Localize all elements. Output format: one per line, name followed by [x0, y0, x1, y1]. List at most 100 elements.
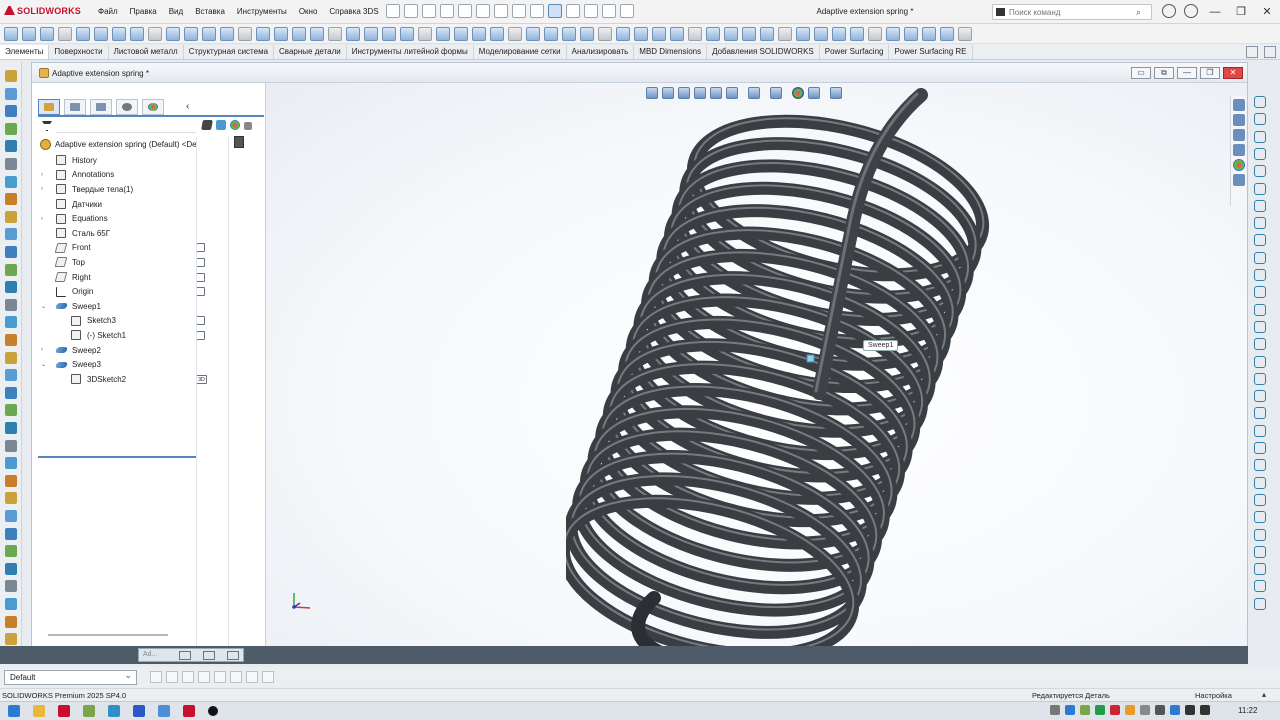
- sketch-tool-icon[interactable]: [5, 633, 17, 646]
- visibility-flag-icon[interactable]: [196, 243, 205, 253]
- feature-tool-icon[interactable]: [1254, 390, 1266, 403]
- view-palette-icon[interactable]: [1233, 144, 1245, 156]
- command-tool-icon[interactable]: [688, 27, 702, 41]
- command-tool-icon[interactable]: [958, 27, 972, 41]
- command-tool-icon[interactable]: [220, 27, 234, 41]
- visibility-flag-icon[interactable]: [196, 257, 205, 267]
- command-search[interactable]: ⌕: [992, 4, 1152, 20]
- tab-power-surfacing-re[interactable]: Power Surfacing RE: [889, 45, 973, 59]
- minimize-button[interactable]: —: [1202, 0, 1228, 24]
- bluetooth-icon[interactable]: [1170, 705, 1180, 715]
- custom-properties-icon[interactable]: [1233, 174, 1245, 186]
- command-tool-icon[interactable]: [58, 27, 72, 41]
- command-tool-icon[interactable]: [382, 27, 396, 41]
- sketch-tool-icon[interactable]: [5, 598, 17, 610]
- visibility-flag-icon[interactable]: [196, 287, 205, 297]
- sketch-tool-icon[interactable]: [5, 193, 17, 206]
- feature-tool-icon[interactable]: [1254, 251, 1266, 264]
- close-button[interactable]: ✕: [1254, 0, 1280, 24]
- feature-tool-icon[interactable]: [1254, 580, 1266, 593]
- command-tool-icon[interactable]: [454, 27, 468, 41]
- tree-item-solid-bodies[interactable]: › Твердые тела(1): [32, 182, 266, 197]
- command-tool-icon[interactable]: [328, 27, 342, 41]
- expand-icon[interactable]: ⌄: [41, 361, 47, 368]
- photoview-icon[interactable]: [230, 671, 242, 683]
- command-tool-icon[interactable]: [904, 27, 918, 41]
- body-display-icon[interactable]: [216, 120, 226, 130]
- feature-tool-icon[interactable]: [1254, 493, 1266, 506]
- command-tool-icon[interactable]: [796, 27, 810, 41]
- layout-icon[interactable]: [584, 4, 598, 18]
- command-tool-icon[interactable]: [760, 27, 774, 41]
- open-icon[interactable]: [422, 4, 436, 18]
- rollback-bar[interactable]: [38, 456, 196, 458]
- feature-tool-icon[interactable]: [1254, 372, 1266, 385]
- recorder-app-icon[interactable]: [208, 706, 218, 716]
- expand-icon[interactable]: ›: [41, 347, 47, 353]
- sketch-tool-icon[interactable]: [5, 105, 17, 118]
- tree-item-sweep[interactable]: ⌄ Sweep3: [32, 357, 266, 372]
- command-tool-icon[interactable]: [436, 27, 450, 41]
- document-tab[interactable]: Ad...: [138, 648, 244, 662]
- options-gear-icon[interactable]: [620, 4, 634, 18]
- search-input[interactable]: [1009, 6, 1127, 18]
- solidworks-logo[interactable]: SOLIDWORKS: [4, 6, 81, 16]
- feature-tool-icon[interactable]: [1254, 165, 1266, 178]
- tree-item-sweep[interactable]: › Sweep2: [32, 343, 266, 358]
- sketch-tool-icon[interactable]: [5, 580, 17, 593]
- feature-tool-icon[interactable]: [1254, 269, 1266, 281]
- tab-maximize-icon[interactable]: [203, 651, 215, 660]
- tree-item-material[interactable]: Сталь 65Г: [32, 226, 266, 241]
- status-customize[interactable]: Настройка: [1195, 691, 1232, 700]
- tray-chevron-icon[interactable]: [1050, 705, 1060, 715]
- tab-evaluate[interactable]: Анализировать: [567, 45, 635, 59]
- command-tool-icon[interactable]: [562, 27, 576, 41]
- sketch-tool-icon[interactable]: [5, 422, 17, 434]
- feature-tool-icon[interactable]: [1254, 563, 1266, 576]
- sketch-tool-icon[interactable]: [5, 246, 17, 258]
- 3d-views-icon[interactable]: [182, 671, 194, 683]
- sketch-tool-icon[interactable]: [5, 404, 17, 417]
- tab-mbd-dimensions[interactable]: MBD Dimensions: [634, 45, 708, 59]
- volume-icon[interactable]: [1185, 705, 1195, 715]
- file-explorer-app-icon[interactable]: [33, 705, 45, 717]
- command-tool-icon[interactable]: [598, 27, 612, 41]
- command-tool-icon[interactable]: [814, 27, 828, 41]
- command-tool-icon[interactable]: [850, 27, 864, 41]
- edge-icon[interactable]: [201, 120, 213, 130]
- doc-cascade-button[interactable]: ⧉: [1154, 67, 1174, 79]
- tray-icon[interactable]: [1140, 705, 1150, 715]
- solidworks-tray-icon[interactable]: [1110, 705, 1120, 715]
- command-tool-icon[interactable]: [94, 27, 108, 41]
- command-tool-icon[interactable]: [256, 27, 270, 41]
- notes-app-icon[interactable]: [83, 705, 95, 717]
- filter-icon[interactable]: [42, 121, 52, 131]
- solidworks-app-icon[interactable]: [183, 705, 195, 717]
- tree-item-3d-sketch[interactable]: 3DSketch2 3D: [32, 372, 266, 387]
- tree-side-panel-icon[interactable]: [234, 136, 244, 148]
- file-explorer-icon[interactable]: [1233, 129, 1245, 141]
- tray-icon[interactable]: [1155, 705, 1165, 715]
- settings-icon[interactable]: [246, 671, 258, 683]
- feature-tool-icon[interactable]: [1254, 476, 1266, 489]
- sketch-tool-icon[interactable]: [5, 474, 17, 487]
- tree-item-sketch[interactable]: (-) Sketch1: [32, 328, 266, 343]
- visibility-flag-icon[interactable]: [196, 272, 205, 282]
- command-tool-icon[interactable]: [4, 27, 18, 41]
- command-tool-icon[interactable]: [706, 27, 720, 41]
- appearance-icon[interactable]: [230, 120, 240, 130]
- menu-view[interactable]: Вид: [163, 7, 189, 16]
- tree-item-sweep[interactable]: ⌄ Sweep1: [32, 299, 266, 314]
- command-tool-icon[interactable]: [166, 27, 180, 41]
- graphics-area[interactable]: Sweep1: [266, 83, 1247, 663]
- visibility-flag-icon[interactable]: [196, 330, 205, 340]
- expand-icon[interactable]: ›: [41, 172, 47, 178]
- feature-tool-icon[interactable]: [1254, 338, 1266, 351]
- feature-tool-icon[interactable]: [1254, 442, 1266, 454]
- scene-icon[interactable]: [244, 122, 252, 130]
- command-tool-icon[interactable]: [400, 27, 414, 41]
- display-manager-tab-icon[interactable]: [142, 99, 164, 115]
- browser-app-icon[interactable]: [108, 705, 120, 717]
- sketch-tool-icon[interactable]: [5, 545, 17, 558]
- menu-window[interactable]: Окно: [293, 7, 324, 16]
